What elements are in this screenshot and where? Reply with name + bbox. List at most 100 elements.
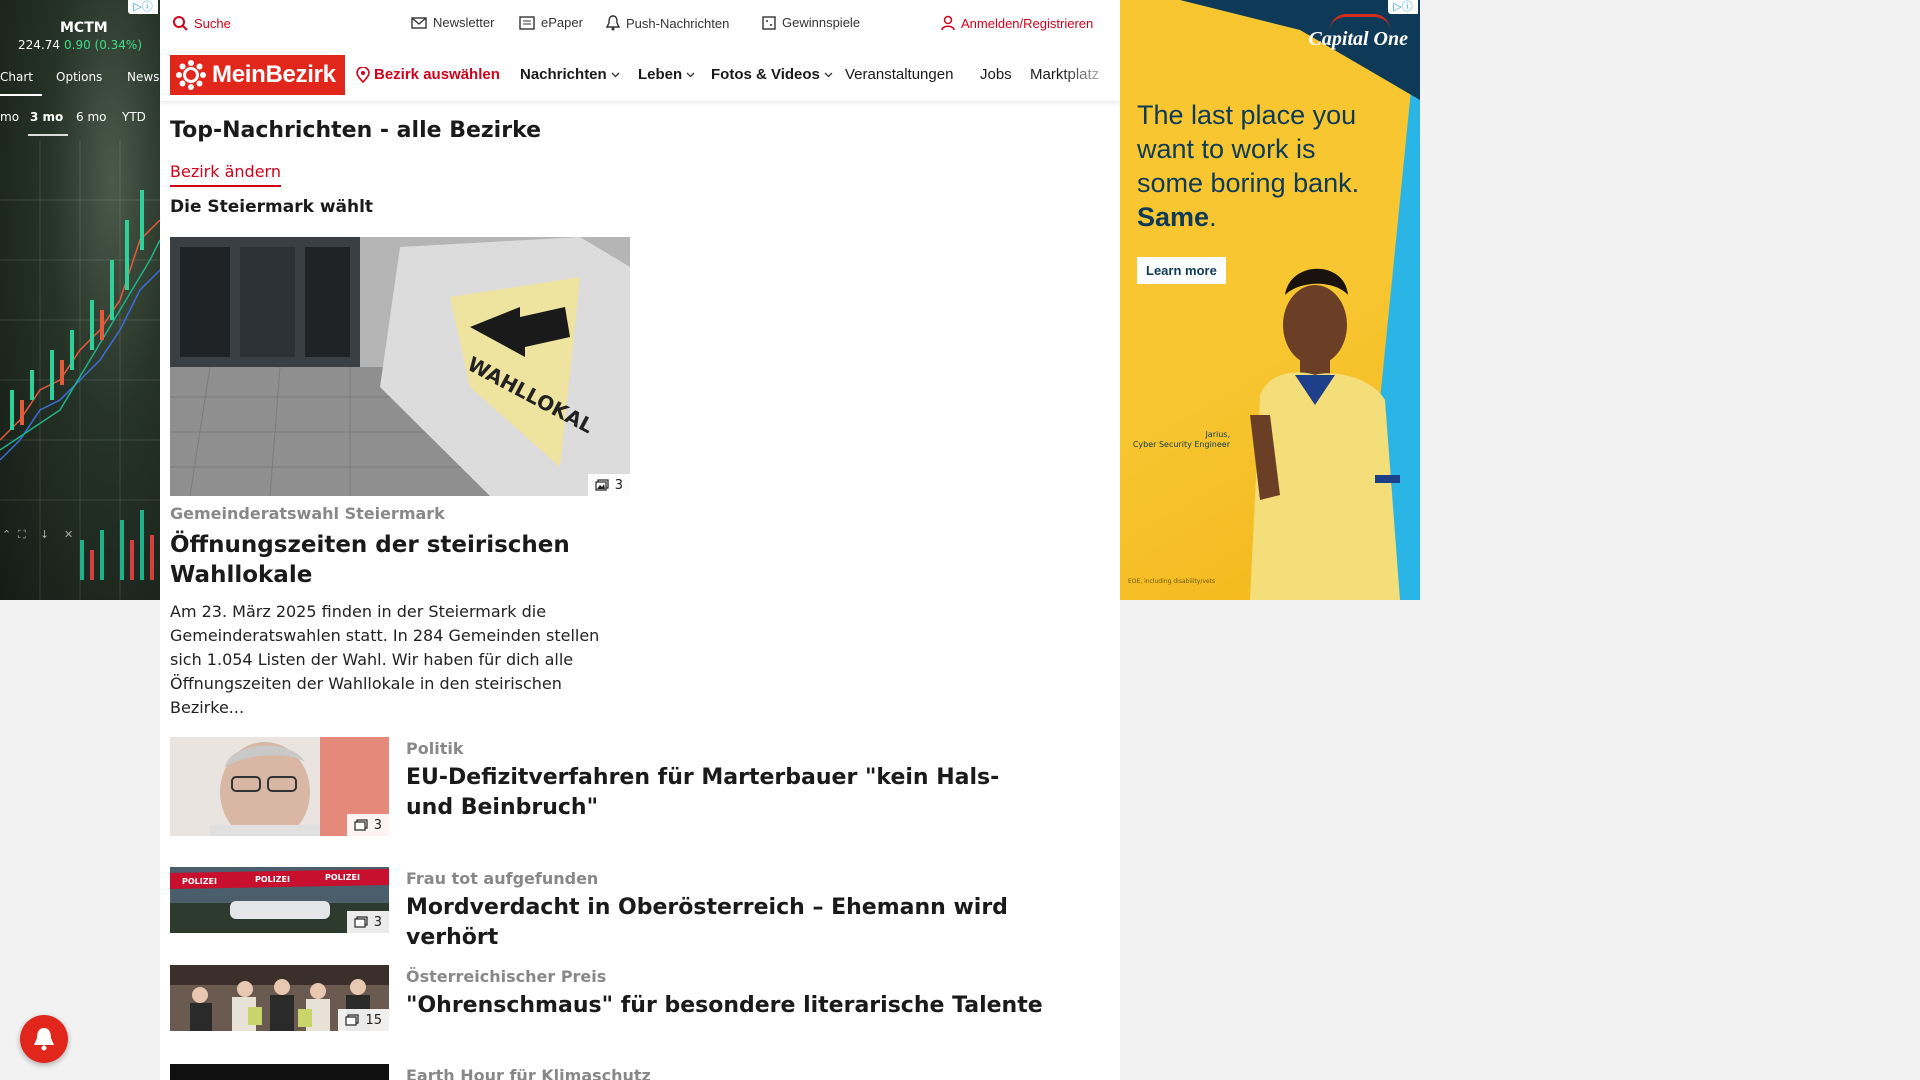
learn-more-button[interactable]: Learn more	[1137, 257, 1226, 284]
ad-range-2[interactable]: 3 mo	[30, 110, 63, 124]
map-pin-icon	[356, 66, 370, 83]
nav-item-fotos-videos[interactable]: Fotos & Videos	[711, 66, 833, 83]
ad-range-1[interactable]: mo	[0, 110, 19, 124]
user-icon	[941, 15, 955, 31]
top-utility-bar: Suche Newsletter ePaper Push-Nachrichten…	[160, 0, 1120, 46]
gift-icon	[762, 15, 776, 30]
notification-bell-icon	[34, 1028, 54, 1051]
newspaper-icon	[519, 15, 535, 30]
ad-tab-options[interactable]: Options	[56, 70, 102, 84]
article-kicker: Österreichischer Preis	[406, 967, 607, 986]
ad-headline: The last place you want to work is some …	[1137, 100, 1360, 232]
chevron-down-icon	[824, 72, 833, 77]
nav-fade-overlay	[1060, 46, 1120, 101]
page: ▷ⓘ MCTM 224.74 0.90 (0.34%) Chart Options…	[0, 0, 1920, 1080]
ad-chart-expand-icon: ⛶	[18, 528, 26, 541]
image-count: 3	[614, 477, 623, 493]
select-district-label: Bezirk auswählen	[374, 66, 500, 83]
ad-candlestick-chart: ⌃ ⛶ ↓ ✕	[0, 140, 160, 600]
article-thumbnail[interactable]: POLIZEI POLIZEI POLIZEI 3	[170, 867, 389, 933]
police-tape-text-2: POLIZEI	[255, 875, 290, 884]
nav-label-jobs: Jobs	[980, 66, 1012, 83]
article-title[interactable]: "Ohrenschmaus" für besondere literarisch…	[406, 991, 1046, 1021]
logo-sun-icon	[176, 60, 206, 90]
capital-one-ad[interactable]: Capital One ▷ⓘ The last place you want t…	[1120, 0, 1420, 600]
article-thumbnail[interactable]	[170, 1064, 389, 1080]
ad-headline-emphasis: Same	[1137, 202, 1210, 232]
polling-station-photo: WAHLLOKAL	[170, 237, 630, 496]
chevron-down-icon	[611, 72, 620, 77]
image-count-badge: 15	[338, 1009, 389, 1031]
image-count-badge: 3	[587, 474, 630, 496]
nav-label-veranstaltungen: Veranstaltungen	[845, 66, 954, 83]
lead-article-title[interactable]: Öffnungszeiten der steirischen Wahllokal…	[170, 530, 640, 590]
article-kicker: Frau tot aufgefunden	[406, 869, 599, 888]
ad-tab-news[interactable]: News	[127, 70, 159, 84]
bell-icon	[606, 15, 620, 31]
newsletter-label: Newsletter	[433, 15, 495, 30]
images-icon	[345, 1014, 360, 1026]
ad-choices-badge[interactable]: ▷ⓘ	[128, 0, 158, 14]
article-title[interactable]: EU-Defizitverfahren für Marterbauer "kei…	[406, 763, 1046, 823]
push-label: Push-Nachrichten	[626, 15, 730, 31]
image-count: 3	[373, 914, 382, 930]
ad-fine-print: EOE, including disability/vets	[1128, 578, 1216, 585]
mail-icon	[411, 16, 427, 29]
ad-range-active-indicator	[28, 134, 68, 136]
images-icon	[354, 916, 368, 928]
image-count: 15	[365, 1012, 382, 1028]
list-item[interactable]: POLIZEI POLIZEI POLIZEI 3 Frau tot aufge…	[170, 867, 1110, 950]
image-count-badge: 3	[346, 814, 389, 836]
list-item[interactable]: 3 Politik EU-Defizitverfahren für Marter…	[170, 737, 1110, 837]
notification-bell-button[interactable]	[20, 1015, 68, 1063]
push-notifications-link[interactable]: Push-Nachrichten	[606, 15, 729, 31]
nav-label-nachrichten: Nachrichten	[520, 66, 607, 83]
lead-article-teaser: Am 23. März 2025 finden in der Steiermar…	[170, 602, 600, 717]
ad-price-value: 224.74	[18, 38, 60, 52]
select-district-button[interactable]: Bezirk auswählen	[356, 66, 500, 83]
chevron-down-icon	[686, 72, 695, 77]
main-column: Suche Newsletter ePaper Push-Nachrichten…	[160, 0, 1120, 1080]
search-label: Suche	[194, 15, 231, 31]
ad-person-role: Cyber Security Engineer	[1132, 440, 1230, 449]
ad-chart-tool-icon: ⌃	[2, 528, 11, 541]
logo-text: MeinBezirk	[212, 61, 336, 88]
stock-chart-ad[interactable]: ▷ⓘ MCTM 224.74 0.90 (0.34%) Chart Options…	[0, 0, 160, 600]
search-icon	[173, 16, 188, 31]
newsletter-link[interactable]: Newsletter	[411, 15, 494, 30]
nav-label-fotos-videos: Fotos & Videos	[711, 66, 820, 83]
login-link[interactable]: Anmelden/Registrieren	[941, 15, 1093, 31]
ad-range-3[interactable]: 6 mo	[76, 110, 106, 124]
epaper-link[interactable]: ePaper	[519, 15, 583, 30]
ad-ticker-price: 224.74 0.90 (0.34%)	[18, 38, 142, 52]
contests-link[interactable]: Gewinnspiele	[762, 15, 860, 30]
ad-choices-badge[interactable]: ▷ⓘ	[1388, 0, 1418, 14]
section-title: Die Steiermark wählt	[170, 197, 374, 217]
meinbezirk-logo[interactable]: MeinBezirk	[170, 55, 345, 95]
lead-article-kicker: Gemeinderatswahl Steiermark	[170, 504, 445, 523]
nav-item-jobs[interactable]: Jobs	[980, 66, 1012, 83]
article-thumbnail[interactable]: 3	[170, 737, 389, 836]
ad-headline-text: The last place you want to work is some …	[1137, 100, 1360, 198]
nav-item-nachrichten[interactable]: Nachrichten	[520, 66, 620, 83]
login-label: Anmelden/Registrieren	[961, 15, 1094, 31]
ad-brand-logo: Capital One	[1308, 28, 1408, 50]
list-item[interactable]: 15 Österreichischer Preis "Ohrenschmaus"…	[170, 965, 1110, 1031]
ad-tab-chart[interactable]: Chart	[0, 70, 33, 84]
list-item[interactable]: Earth Hour für Klimaschutz	[170, 1064, 1110, 1080]
epaper-label: ePaper	[541, 15, 583, 30]
image-count-badge: 3	[346, 911, 389, 933]
lead-article-image[interactable]: WAHLLOKAL 3	[170, 237, 630, 496]
article-kicker: Politik	[406, 739, 464, 758]
ad-range-4[interactable]: YTD	[122, 110, 146, 124]
nav-item-leben[interactable]: Leben	[638, 66, 695, 83]
ad-chart-close-icon: ✕	[64, 528, 73, 541]
nav-item-veranstaltungen[interactable]: Veranstaltungen	[845, 66, 953, 83]
ad-chart-download-icon: ↓	[40, 528, 49, 541]
images-icon	[595, 479, 609, 491]
search-link[interactable]: Suche	[172, 15, 231, 31]
article-thumbnail[interactable]: 15	[170, 965, 389, 1031]
ad-ticker-symbol: MCTM	[60, 20, 108, 36]
article-title[interactable]: Mordverdacht in Oberösterreich – Ehemann…	[406, 893, 1046, 953]
change-district-link[interactable]: Bezirk ändern	[170, 162, 281, 187]
